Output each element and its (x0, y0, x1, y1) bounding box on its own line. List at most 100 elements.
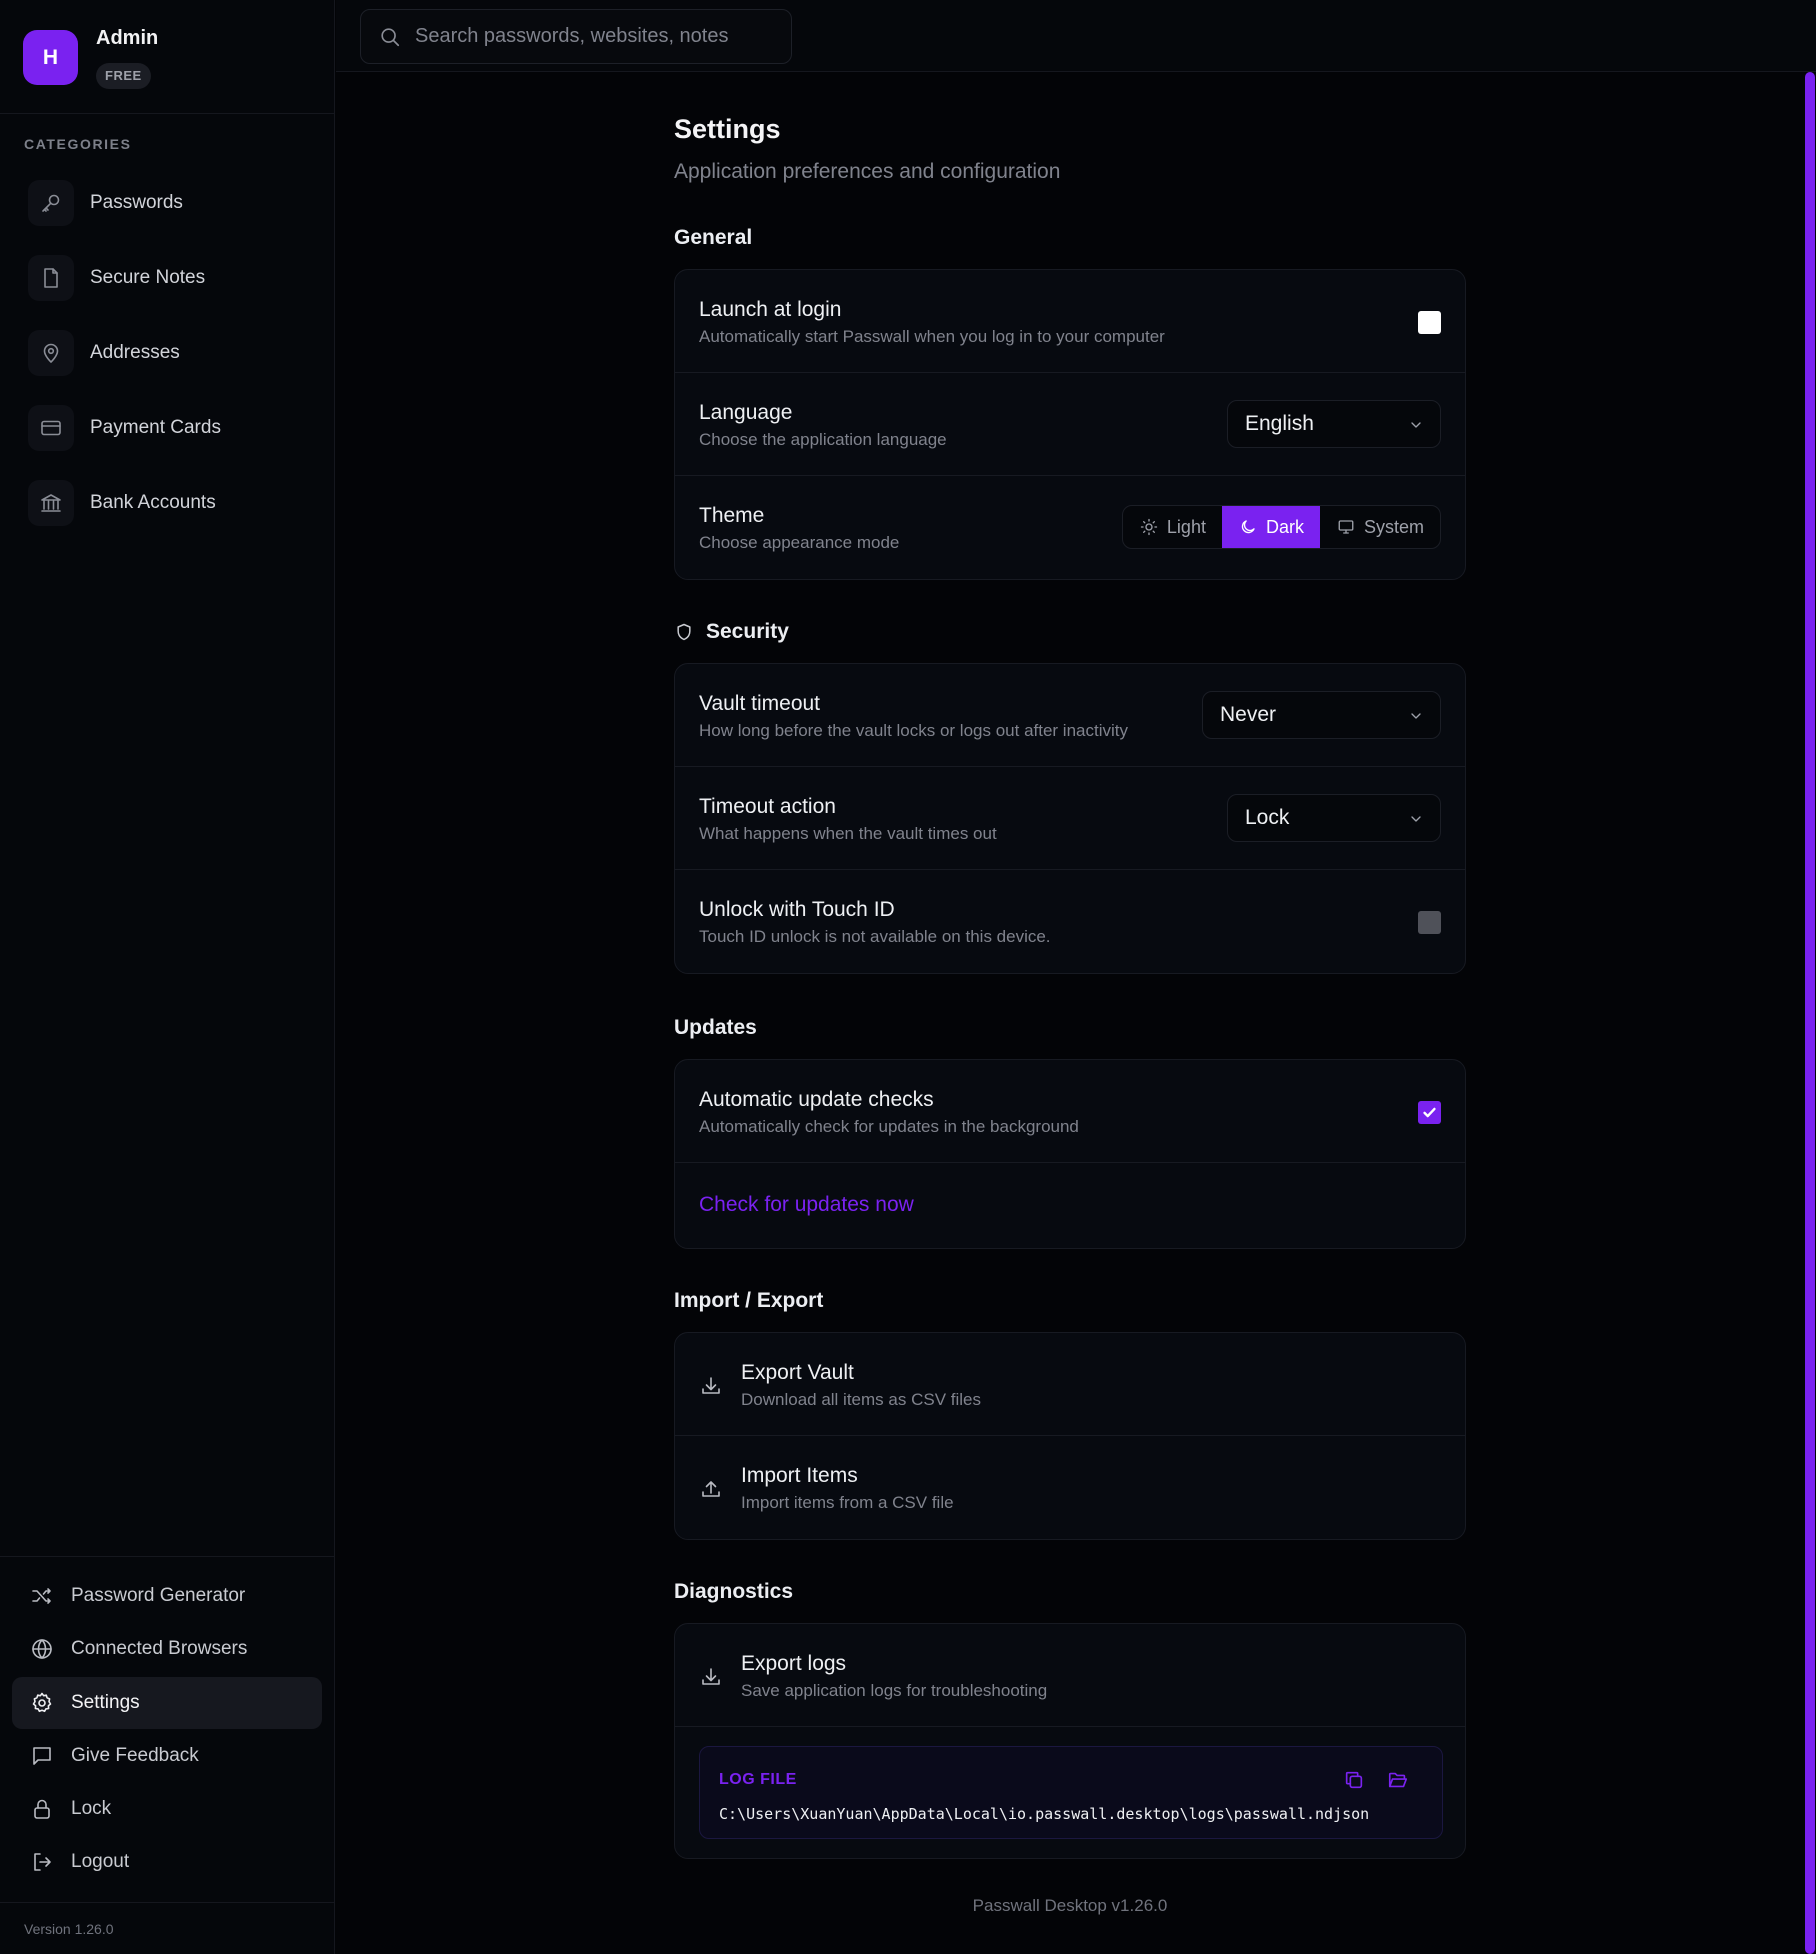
sidebar-item-payment-cards[interactable]: Payment Cards (28, 404, 221, 452)
nav-lock[interactable]: Lock (12, 1783, 322, 1835)
theme-system-label: System (1363, 516, 1424, 537)
vault-timeout-select[interactable]: Never (1202, 691, 1441, 739)
auto-update-row: Automatic update checks Automatically ch… (675, 1060, 1465, 1163)
nav-label: Give Feedback (71, 1745, 199, 1766)
check-updates-link[interactable]: Check for updates now (699, 1193, 914, 1217)
lock-icon (34, 1799, 50, 1819)
profile-header[interactable]: H Admin FREE (0, 0, 334, 114)
topbar (336, 0, 1816, 72)
search-icon (381, 27, 400, 46)
launch-at-login-row: Launch at login Automatically start Pass… (675, 270, 1465, 373)
sidebar-item-label: Secure Notes (90, 267, 206, 288)
launch-at-login-title: Launch at login (699, 298, 842, 321)
nav-password-generator[interactable]: Password Generator (12, 1570, 322, 1622)
note-icon (28, 255, 74, 301)
export-logs-desc: Save application logs for troubleshootin… (741, 1681, 1048, 1700)
vault-timeout-row: Vault timeout How long before the vault … (675, 664, 1465, 767)
monitor-icon (1338, 520, 1354, 534)
chevron-down-icon (1411, 422, 1421, 428)
key-icon (28, 180, 74, 226)
language-select-value: English (1245, 412, 1314, 435)
theme-title: Theme (699, 504, 765, 527)
scrollbar[interactable] (1804, 72, 1816, 1954)
theme-light-button[interactable]: Light (1123, 506, 1222, 548)
touch-id-checkbox[interactable] (1418, 911, 1441, 934)
page-subtitle: Application preferences and configuratio… (674, 160, 1061, 183)
import-items-row[interactable]: Import Items Import items from a CSV fil… (675, 1436, 1465, 1539)
auto-update-desc: Automatically check for updates in the b… (699, 1117, 1079, 1136)
section-security-title: Security (674, 620, 789, 644)
moon-icon (1241, 520, 1255, 534)
import-export-card: Export Vault Download all items as CSV f… (674, 1332, 1466, 1540)
language-row: Language Choose the application language… (675, 373, 1465, 476)
plan-badge: FREE (96, 63, 151, 89)
timeout-action-desc: What happens when the vault times out (699, 824, 997, 843)
export-vault-desc: Download all items as CSV files (741, 1390, 981, 1409)
nav-label: Logout (71, 1851, 130, 1872)
export-logs-title: Export logs (741, 1652, 847, 1675)
nav-label: Connected Browsers (71, 1638, 248, 1659)
scrollbar-thumb[interactable] (1805, 72, 1815, 1954)
theme-light-label: Light (1166, 516, 1206, 537)
touch-id-desc: Touch ID unlock is not available on this… (699, 927, 1051, 946)
gear-icon (32, 1692, 52, 1713)
launch-at-login-checkbox[interactable] (1418, 311, 1441, 334)
touch-id-row: Unlock with Touch ID Touch ID unlock is … (675, 870, 1465, 973)
import-items-title: Import Items (741, 1464, 858, 1487)
export-vault-title: Export Vault (741, 1361, 854, 1384)
map-pin-icon (28, 330, 74, 376)
bank-icon (28, 480, 74, 526)
shuffle-icon (32, 1588, 51, 1604)
language-title: Language (699, 401, 793, 424)
chevron-down-icon (1411, 713, 1421, 719)
export-vault-row[interactable]: Export Vault Download all items as CSV f… (675, 1333, 1465, 1436)
credit-card-icon (28, 405, 74, 451)
nav-connected-browsers[interactable]: Connected Browsers (12, 1623, 322, 1675)
bottom-nav (0, 1556, 334, 1557)
auto-update-title: Automatic update checks (699, 1088, 934, 1111)
log-file-row: LOG FILE C:\Users\XuanYuan\AppData\Local… (675, 1727, 1465, 1858)
timeout-action-row: Timeout action What happens when the vau… (675, 767, 1465, 870)
nav-label: Password Generator (71, 1585, 246, 1606)
sidebar-item-secure-notes[interactable]: Secure Notes (28, 254, 205, 302)
search-box[interactable] (360, 9, 792, 64)
upload-icon (702, 1481, 720, 1497)
auto-update-checkbox[interactable] (1418, 1101, 1441, 1124)
security-card: Vault timeout How long before the vault … (674, 663, 1466, 974)
message-icon (33, 1747, 51, 1765)
globe-icon (32, 1639, 52, 1659)
language-desc: Choose the application language (699, 430, 947, 449)
nav-give-feedback[interactable]: Give Feedback (12, 1730, 322, 1782)
section-updates-title: Updates (674, 1016, 757, 1039)
launch-at-login-desc: Automatically start Passwall when you lo… (699, 327, 1165, 346)
theme-dark-button[interactable]: Dark (1221, 506, 1320, 548)
nav-label: Lock (71, 1798, 112, 1819)
copy-icon[interactable] (1343, 1769, 1365, 1791)
import-items-desc: Import items from a CSV file (741, 1493, 954, 1512)
version-footer: Version 1.26.0 (0, 1902, 334, 1937)
timeout-action-title: Timeout action (699, 795, 836, 818)
log-file-path[interactable]: C:\Users\XuanYuan\AppData\Local\io.passw… (719, 1805, 1369, 1823)
chevron-down-icon (1411, 816, 1421, 822)
log-file-box: LOG FILE C:\Users\XuanYuan\AppData\Local… (699, 1746, 1443, 1839)
vault-timeout-value: Never (1220, 703, 1277, 726)
nav-logout[interactable]: Logout (12, 1836, 322, 1888)
sidebar-item-label: Bank Accounts (90, 492, 216, 513)
sidebar-item-passwords[interactable]: Passwords (28, 179, 183, 227)
language-select[interactable]: English (1227, 400, 1441, 448)
search-input[interactable] (415, 25, 775, 48)
section-import-export-title: Import / Export (674, 1289, 824, 1312)
timeout-action-select[interactable]: Lock (1227, 794, 1441, 842)
sidebar-item-addresses[interactable]: Addresses (28, 329, 180, 377)
export-logs-row[interactable]: Export logs Save application logs for tr… (675, 1624, 1465, 1727)
avatar[interactable]: H (23, 30, 78, 85)
shield-icon (677, 623, 691, 641)
theme-system-button[interactable]: System (1320, 506, 1440, 548)
folder-open-icon[interactable] (1387, 1769, 1409, 1791)
general-card: Launch at login Automatically start Pass… (674, 269, 1466, 580)
touch-id-title: Unlock with Touch ID (699, 898, 895, 921)
check-icon (1423, 1107, 1436, 1118)
nav-settings[interactable]: Settings (12, 1677, 322, 1729)
sidebar: H Admin FREE CATEGORIES Passwords Secure… (0, 0, 335, 1954)
sidebar-item-bank-accounts[interactable]: Bank Accounts (28, 479, 216, 527)
